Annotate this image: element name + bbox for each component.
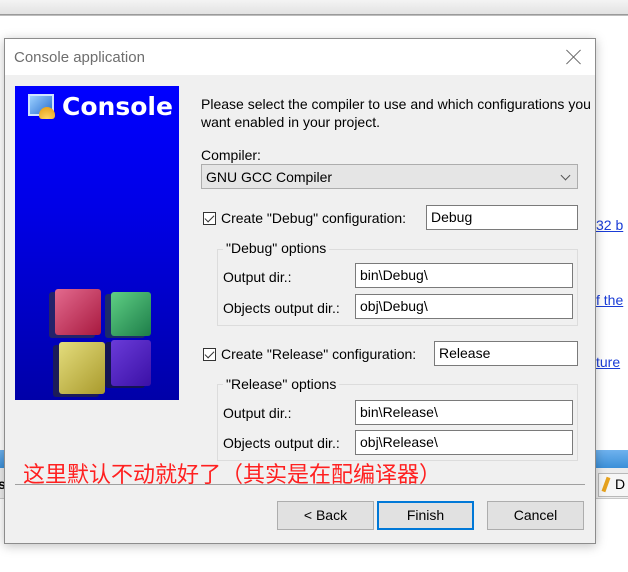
title-bar[interactable]: Console application [5, 39, 595, 75]
background-link-1[interactable]: 32 b [596, 217, 623, 233]
release-checkbox-label[interactable]: Create "Release" configuration: [221, 346, 416, 362]
compiler-selected-value: GNU GCC Compiler [206, 169, 333, 185]
release-objects-dir-label: Objects output dir.: [223, 435, 340, 451]
release-checkbox[interactable] [203, 348, 216, 361]
codeblocks-logo-red-cube [55, 289, 101, 335]
dialog-title: Console application [14, 49, 145, 66]
debug-checkbox-label[interactable]: Create "Debug" configuration: [221, 210, 406, 226]
shell-icon [39, 107, 55, 119]
background-link-3[interactable]: ture [596, 354, 620, 370]
pencil-icon [601, 476, 611, 493]
release-objects-dir-input[interactable]: obj\Release\ [355, 430, 573, 455]
debug-output-dir-input[interactable]: bin\Debug\ [355, 263, 573, 288]
compiler-select[interactable]: GNU GCC Compiler [201, 164, 578, 189]
release-name-input[interactable]: Release [434, 341, 578, 366]
release-output-dir-input[interactable]: bin\Release\ [355, 400, 573, 425]
debug-checkbox[interactable] [203, 212, 216, 225]
banner-title: Console [62, 92, 173, 121]
background-divider [0, 15, 628, 16]
debug-name-input[interactable]: Debug [426, 205, 578, 230]
background-toolbar [0, 0, 628, 15]
debug-options-label: "Debug" options [223, 240, 330, 256]
release-options-label: "Release" options [223, 376, 340, 392]
chevron-down-icon [560, 170, 571, 181]
finish-button[interactable]: Finish [377, 501, 474, 530]
background-tab-label: D [615, 476, 626, 492]
debug-output-dir-label: Output dir.: [223, 269, 292, 285]
debug-objects-dir-label: Objects output dir.: [223, 300, 340, 316]
close-icon[interactable] [565, 48, 583, 66]
background-tab[interactable]: D [598, 473, 628, 497]
cancel-button[interactable]: Cancel [487, 501, 584, 530]
back-button[interactable]: < Back [277, 501, 374, 530]
button-separator [15, 484, 585, 485]
console-app-icon [28, 94, 55, 119]
wizard-banner: Console [15, 86, 179, 400]
debug-objects-dir-input[interactable]: obj\Debug\ [355, 294, 573, 319]
codeblocks-logo-green-cube [111, 292, 151, 336]
codeblocks-logo-yellow-cube [59, 342, 105, 394]
codeblocks-logo-purple-cube [111, 340, 151, 386]
release-output-dir-label: Output dir.: [223, 405, 292, 421]
compiler-label: Compiler: [201, 147, 261, 163]
console-application-dialog: Console application Console Please selec… [4, 38, 596, 544]
intro-text: Please select the compiler to use and wh… [201, 96, 591, 130]
background-link-2[interactable]: f the [596, 292, 623, 308]
